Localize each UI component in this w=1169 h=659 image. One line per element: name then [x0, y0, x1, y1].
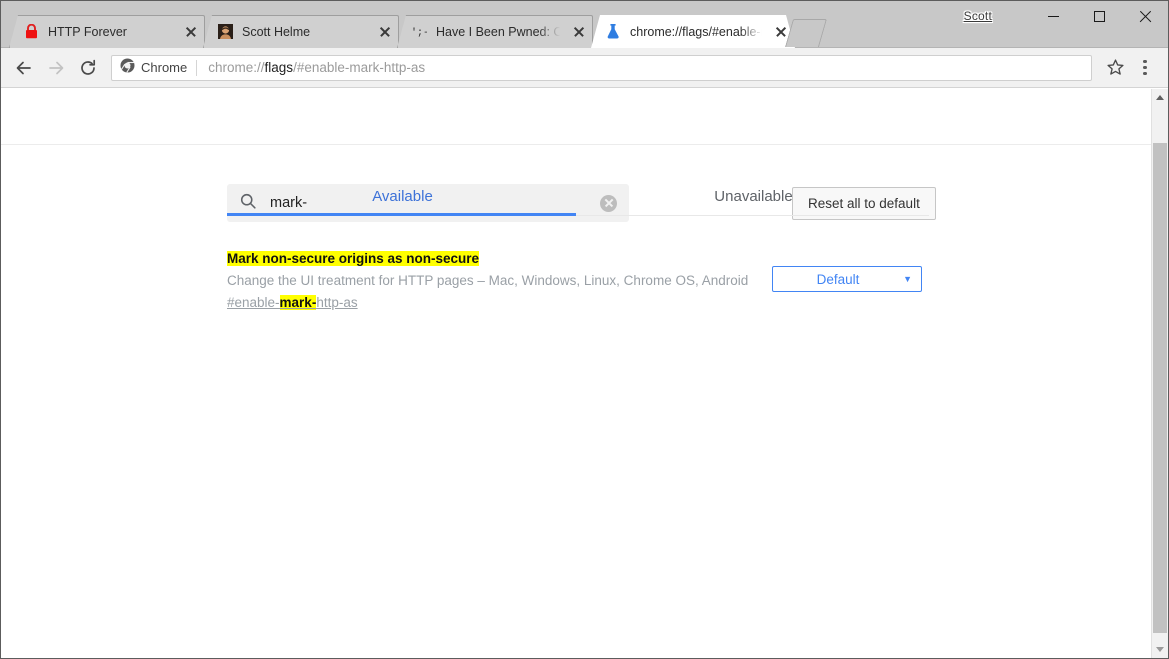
forward-arrow-icon — [41, 53, 71, 83]
new-tab-button[interactable] — [784, 19, 828, 47]
address-bar-url: chrome://flags/#enable-mark-http-as — [208, 60, 425, 75]
browser-tab-3[interactable]: chrome://flags/#enable-m — [591, 15, 795, 48]
header-divider — [1, 144, 1151, 145]
close-button[interactable] — [1122, 1, 1168, 32]
url-path: /#enable-mark-http-as — [293, 60, 426, 75]
tab-close-button[interactable] — [377, 24, 393, 40]
omnibox-divider — [196, 59, 198, 76]
flag-title: Mark non-secure origins as non-secure — [227, 251, 480, 266]
three-dot-menu-icon[interactable] — [1130, 53, 1160, 83]
chevron-down-icon: ▼ — [903, 273, 912, 284]
flag-permalink[interactable]: #enable-mark-http-as — [227, 293, 358, 313]
flag-state-select[interactable]: Default ▼ — [772, 266, 922, 292]
back-arrow-icon[interactable] — [9, 53, 39, 83]
flags-page: Reset all to default Available Unavailab… — [1, 89, 1151, 658]
reload-icon[interactable] — [73, 53, 103, 83]
tab-title: Have I Been Pwned: Chec — [436, 24, 560, 39]
profile-name-label[interactable]: Scott — [964, 9, 992, 23]
tab-close-button[interactable] — [571, 24, 587, 40]
browser-tab-2[interactable]: ';-- Have I Been Pwned: Chec — [397, 15, 593, 48]
tab-title: chrome://flags/#enable-m — [630, 24, 762, 39]
browser-tab-1[interactable]: Scott Helme — [203, 15, 399, 48]
minimize-button[interactable] — [1030, 1, 1076, 32]
browser-tab-0[interactable]: HTTP Forever — [9, 15, 205, 48]
scroll-up-arrow-icon[interactable] — [1152, 89, 1168, 106]
flag-state-value: Default — [816, 271, 860, 287]
chrome-chip-label: Chrome — [141, 60, 188, 75]
star-icon[interactable] — [1100, 53, 1130, 83]
tab-close-button[interactable] — [183, 24, 199, 40]
chrome-logo-icon — [120, 58, 135, 78]
page-scrollbar[interactable] — [1151, 89, 1168, 658]
tab-title: HTTP Forever — [48, 24, 127, 39]
scroll-down-arrow-icon[interactable] — [1152, 641, 1168, 658]
browser-window: HTTP Forever Scott Helme '; Have I Been … — [0, 0, 1169, 659]
window-controls — [1030, 1, 1168, 32]
scrollbar-thumb[interactable] — [1153, 143, 1167, 633]
url-domain: flags — [264, 60, 294, 75]
tab-available-label: Available — [372, 187, 433, 205]
svg-text:';--: ';-- — [411, 27, 427, 39]
tab-strip: HTTP Forever Scott Helme '; Have I Been … — [1, 1, 1168, 48]
permalink-highlight: mark- — [279, 294, 317, 310]
avatar-photo-icon — [217, 24, 233, 40]
permalink-suffix: http-as — [316, 294, 358, 310]
sql-injection-text-icon: ';-- — [411, 24, 427, 40]
blue-flask-icon — [605, 24, 621, 40]
tab-close-button[interactable] — [773, 24, 789, 40]
maximize-button[interactable] — [1076, 1, 1122, 32]
tab-title: Scott Helme — [242, 24, 311, 39]
flag-entry: Mark non-secure origins as non-secure Ch… — [227, 249, 929, 313]
permalink-prefix: #enable- — [227, 294, 280, 310]
browser-toolbar: Chrome chrome://flags/#enable-mark-http-… — [1, 48, 1168, 88]
tab-unavailable-label: Unavailable — [714, 187, 793, 205]
red-padlock-icon — [23, 24, 39, 40]
url-prefix: chrome:// — [208, 60, 265, 75]
flags-tab-active-indicator — [227, 213, 576, 216]
address-bar[interactable]: Chrome chrome://flags/#enable-mark-http-… — [111, 54, 1092, 81]
chrome-chip: Chrome — [120, 58, 187, 78]
